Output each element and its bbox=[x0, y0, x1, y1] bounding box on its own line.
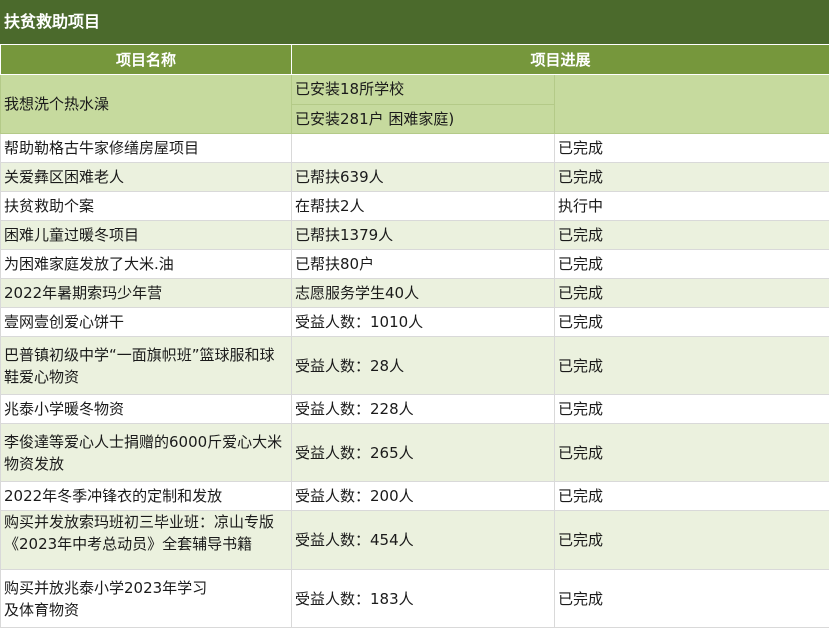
cell-project-name: 李俊達等爱心人士捐赠的6000斤爱心大米物资发放 bbox=[0, 423, 292, 482]
table-row: 我想洗个热水澡 已安装18所学校 bbox=[0, 74, 829, 134]
cell-progress: 已帮扶639人 bbox=[291, 162, 555, 192]
table-row: 购买并发放索玛班初三毕业班：凉山专版《2023年中考总动员》全套辅导书籍 受益人… bbox=[0, 510, 829, 570]
cell-progress: 已安装281户 困难家庭) bbox=[291, 103, 555, 134]
cell-project-name: 2022年暑期索玛少年营 bbox=[0, 278, 292, 308]
header-project-name: 项目名称 bbox=[0, 44, 292, 75]
cell-status: 已完成 bbox=[553, 394, 829, 424]
cell-status: 已完成 bbox=[553, 510, 829, 570]
table-row: 壹网壹创爱心饼干 受益人数：1010人 已完成 bbox=[0, 307, 829, 337]
cell-status: 已完成 bbox=[553, 162, 829, 192]
cell-progress: 受益人数：200人 bbox=[291, 481, 555, 511]
cell-progress: 已帮扶80户 bbox=[291, 249, 555, 279]
table-row: 李俊達等爱心人士捐赠的6000斤爱心大米物资发放 受益人数：265人 已完成 bbox=[0, 423, 829, 482]
cell-status: 执行中 bbox=[553, 191, 829, 221]
table-row: 扶贫救助个案 在帮扶2人 执行中 bbox=[0, 191, 829, 221]
cell-progress: 受益人数：265人 bbox=[291, 423, 555, 482]
clipped-name-text: 购买并发放索玛班初三毕业班：凉山专版《2023年中考总动员》全套辅导书籍 bbox=[4, 513, 275, 553]
cell-status: 已完成 bbox=[553, 133, 829, 163]
table-row: 巴普镇初级中学“一面旗帜班”篮球服和球鞋爱心物资 受益人数：28人 已完成 bbox=[0, 336, 829, 395]
cell-progress: 受益人数：1010人 bbox=[291, 307, 555, 337]
cell-project-name: 关爱彝区困难老人 bbox=[0, 162, 292, 192]
table-row: 困难儿童过暖冬项目 已帮扶1379人 已完成 bbox=[0, 220, 829, 250]
project-table: 项目名称 项目进展 我想洗个热水澡 已安装18所学校 已安装281户 困难家庭)… bbox=[0, 44, 829, 628]
table-row: 为困难家庭发放了大米.油 已帮扶80户 已完成 bbox=[0, 249, 829, 279]
cell-status: 已完成 bbox=[553, 569, 829, 628]
cell-progress: 受益人数：28人 bbox=[291, 336, 555, 395]
table-row: 帮助勒格古牛家修缮房屋项目 已完成 bbox=[0, 133, 829, 163]
cell-project-name: 为困难家庭发放了大米.油 bbox=[0, 249, 292, 279]
cell-status: 已完成 bbox=[553, 336, 829, 395]
cell-progress: 已帮扶1379人 bbox=[291, 220, 555, 250]
table-row: 2022年暑期索玛少年营 志愿服务学生40人 已完成 bbox=[0, 278, 829, 308]
cell-project-name: 扶贫救助个案 bbox=[0, 191, 292, 221]
cell-progress: 已安装18所学校 bbox=[291, 74, 555, 105]
table-title: 扶贫救助项目 bbox=[0, 0, 829, 44]
cell-progress: 在帮扶2人 bbox=[291, 191, 555, 221]
cell-status bbox=[553, 74, 829, 134]
header-project-progress: 项目进展 bbox=[290, 44, 829, 75]
cell-project-name: 2022年冬季冲锋衣的定制和发放 bbox=[0, 481, 292, 511]
cell-status: 已完成 bbox=[553, 278, 829, 308]
cell-status: 已完成 bbox=[553, 307, 829, 337]
cell-progress: 受益人数：228人 bbox=[291, 394, 555, 424]
cell-project-name: 我想洗个热水澡 bbox=[0, 74, 292, 134]
cell-project-name: 困难儿童过暖冬项目 bbox=[0, 220, 292, 250]
cell-project-name: 帮助勒格古牛家修缮房屋项目 bbox=[0, 133, 292, 163]
table-row: 2022年冬季冲锋衣的定制和发放 受益人数：200人 已完成 bbox=[0, 481, 829, 511]
cell-project-name: 壹网壹创爱心饼干 bbox=[0, 307, 292, 337]
cell-project-name: 购买并发放索玛班初三毕业班：凉山专版《2023年中考总动员》全套辅导书籍 bbox=[0, 510, 292, 570]
table-row: 购买并放兆泰小学2023年学习 及体育物资 受益人数：183人 已完成 bbox=[0, 569, 829, 628]
cell-progress: 受益人数：454人 bbox=[291, 510, 555, 570]
cell-progress: 受益人数：183人 bbox=[291, 569, 555, 628]
table-row: 关爱彝区困难老人 已帮扶639人 已完成 bbox=[0, 162, 829, 192]
cell-progress: 志愿服务学生40人 bbox=[291, 278, 555, 308]
table-row: 兆泰小学暖冬物资 受益人数：228人 已完成 bbox=[0, 394, 829, 424]
header-row: 项目名称 项目进展 bbox=[0, 44, 829, 75]
cell-status: 已完成 bbox=[553, 220, 829, 250]
cell-status: 已完成 bbox=[553, 249, 829, 279]
cell-project-name: 兆泰小学暖冬物资 bbox=[0, 394, 292, 424]
cell-status: 已完成 bbox=[553, 423, 829, 482]
cell-status: 已完成 bbox=[553, 481, 829, 511]
cell-project-name: 购买并放兆泰小学2023年学习 及体育物资 bbox=[0, 569, 292, 628]
cell-project-name: 巴普镇初级中学“一面旗帜班”篮球服和球鞋爱心物资 bbox=[0, 336, 292, 395]
cell-progress bbox=[291, 133, 555, 163]
